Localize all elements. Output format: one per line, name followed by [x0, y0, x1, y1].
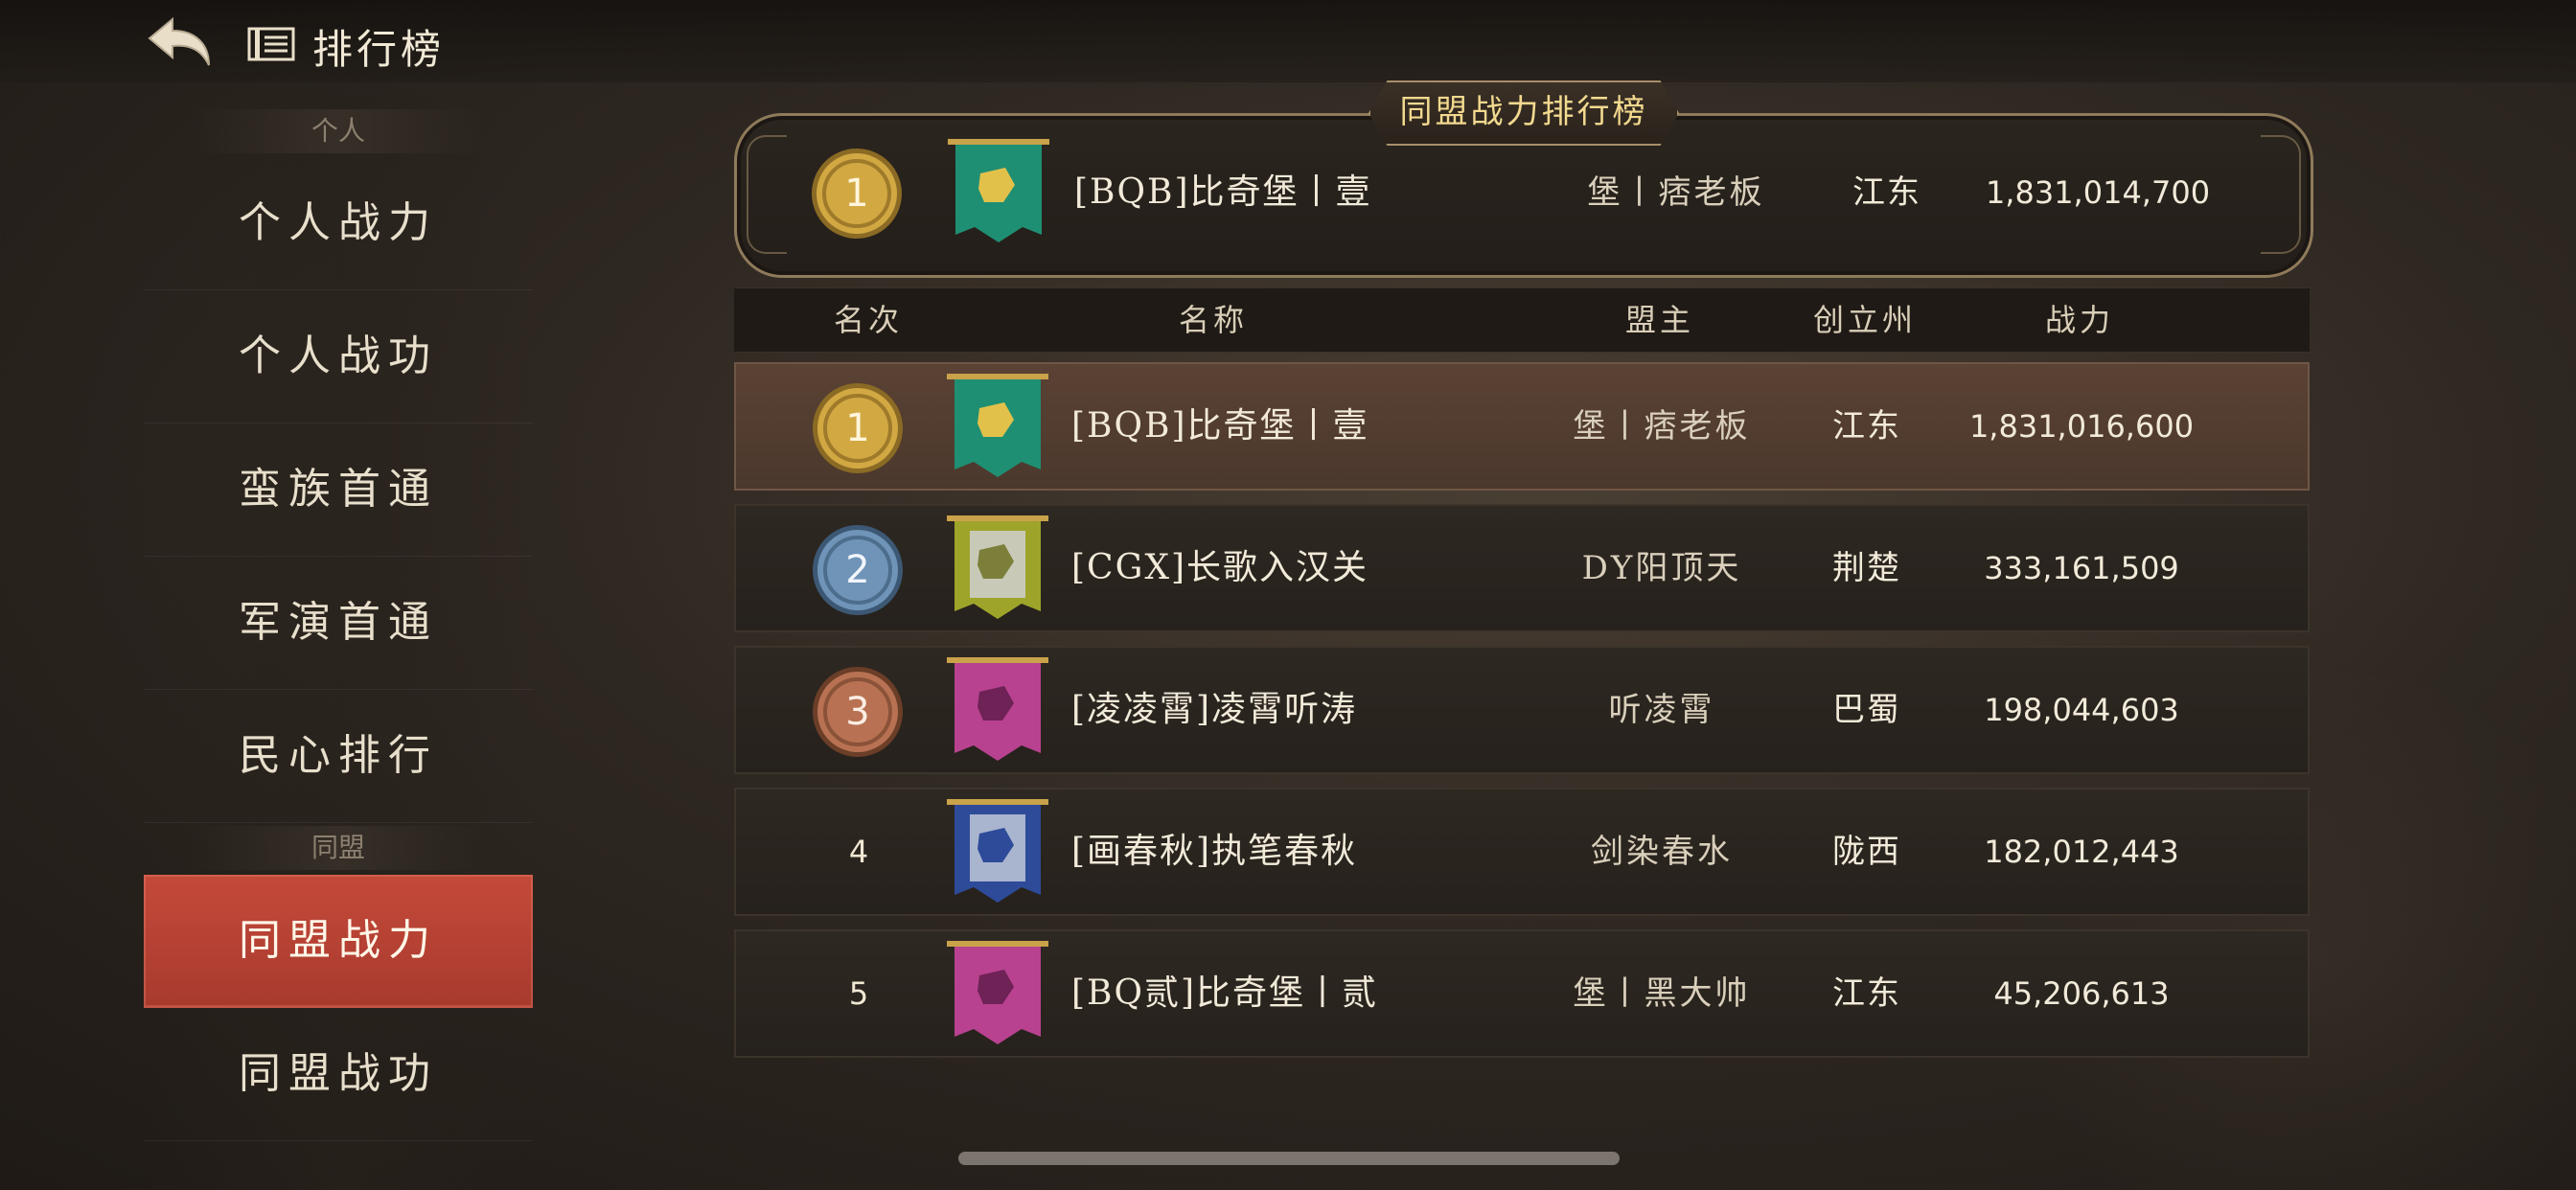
- table-row[interactable]: 4 [画春秋]执笔春秋 剑染春水 陇西 182,012,443: [734, 788, 2310, 916]
- sidebar-item-barbarian-first[interactable]: 蛮族首通: [144, 423, 533, 557]
- my-alliance-power: 1,831,014,700: [1985, 174, 2211, 211]
- sidebar-section-alliance: 同盟: [192, 826, 485, 870]
- column-rank: 名次: [833, 302, 903, 338]
- column-name: 名称: [1178, 302, 1248, 338]
- row-rank: 3: [845, 690, 870, 734]
- sidebar-section-personal: 个人: [192, 109, 485, 153]
- row-rank: 5: [848, 975, 869, 1012]
- row-state: 巴蜀: [1832, 691, 1901, 729]
- row-leader: 堡丨痞老板: [1573, 407, 1751, 446]
- column-power: 战力: [2044, 302, 2114, 338]
- sidebar-item-morale-rank[interactable]: 民心排行: [144, 690, 533, 823]
- row-power: 182,012,443: [1984, 834, 2179, 870]
- alliance-banner-icon: [947, 657, 1048, 761]
- my-alliance-state: 江东: [1852, 173, 1921, 212]
- table-row[interactable]: 3 [凌凌霄]凌霄听涛 听凌霄 巴蜀 198,044,603: [734, 646, 2310, 774]
- column-leader: 盟主: [1624, 302, 1694, 338]
- row-leader: 剑染春水: [1591, 833, 1733, 871]
- back-button[interactable]: [144, 13, 220, 71]
- row-power: 1,831,016,600: [1968, 408, 2195, 445]
- row-state: 江东: [1832, 974, 1901, 1013]
- row-name: [画春秋]执笔春秋: [1071, 832, 1358, 871]
- alliance-banner-icon: [947, 374, 1048, 477]
- table-row[interactable]: 1 [BQB]比奇堡丨壹 堡丨痞老板 江东 1,831,016,600: [734, 362, 2310, 491]
- row-state: 江东: [1832, 407, 1901, 446]
- row-rank: 2: [845, 548, 870, 592]
- row-state: 荆楚: [1832, 549, 1901, 587]
- row-name: [凌凌霄]凌霄听涛: [1071, 690, 1358, 729]
- sidebar-item-alliance-power[interactable]: 同盟战力: [144, 875, 533, 1008]
- alliance-banner-icon: [947, 515, 1048, 619]
- sidebar-item-personal-merit[interactable]: 个人战功: [144, 290, 533, 423]
- table-row[interactable]: 5 [BQ贰]比奇堡丨贰 堡丨黑大帅 江东 45,206,613: [734, 929, 2310, 1058]
- row-rank: 4: [848, 834, 869, 870]
- sidebar-item-alliance-merit[interactable]: 同盟战功: [144, 1008, 533, 1141]
- back-arrow-icon: [148, 16, 210, 66]
- top-bar: 排行榜: [0, 0, 2576, 82]
- row-power: 333,161,509: [1984, 550, 2179, 586]
- row-leader: DY阳顶天: [1581, 549, 1742, 587]
- column-state: 创立州: [1812, 302, 1917, 338]
- alliance-banner-icon: [947, 941, 1048, 1044]
- sidebar-item-drill-first[interactable]: 军演首通: [144, 557, 533, 690]
- my-alliance-rank: 1: [844, 172, 869, 216]
- table-header: 名次 名称 盟主 创立州 战力: [734, 287, 2310, 353]
- row-power: 198,044,603: [1984, 692, 2179, 728]
- row-power: 45,206,613: [1993, 975, 2170, 1012]
- row-leader: 堡丨黑大帅: [1573, 974, 1751, 1013]
- table-row[interactable]: 2 [CGX]长歌入汉关 DY阳顶天 荆楚 333,161,509: [734, 504, 2310, 632]
- row-name: [BQ贰]比奇堡丨贰: [1071, 973, 1379, 1013]
- row-rank: 1: [845, 406, 870, 450]
- row-name: [CGX]长歌入汉关: [1071, 548, 1369, 587]
- alliance-banner-icon: [947, 799, 1048, 903]
- list-doc-icon: [247, 27, 295, 61]
- home-indicator-bar[interactable]: [958, 1152, 1620, 1165]
- ranking-title: 同盟战力排行榜: [1368, 80, 1679, 146]
- page-title: 排行榜: [312, 26, 446, 73]
- row-name: [BQB]比奇堡丨壹: [1071, 406, 1369, 446]
- sidebar-item-personal-power[interactable]: 个人战力: [144, 157, 533, 290]
- alliance-banner-icon: [948, 139, 1049, 242]
- row-state: 陇西: [1832, 833, 1901, 871]
- sidebar: 个人 个人战力 个人战功 蛮族首通 军演首通 民心排行 同盟 同盟战力 同盟战功: [144, 96, 533, 1190]
- row-leader: 听凌霄: [1608, 691, 1715, 729]
